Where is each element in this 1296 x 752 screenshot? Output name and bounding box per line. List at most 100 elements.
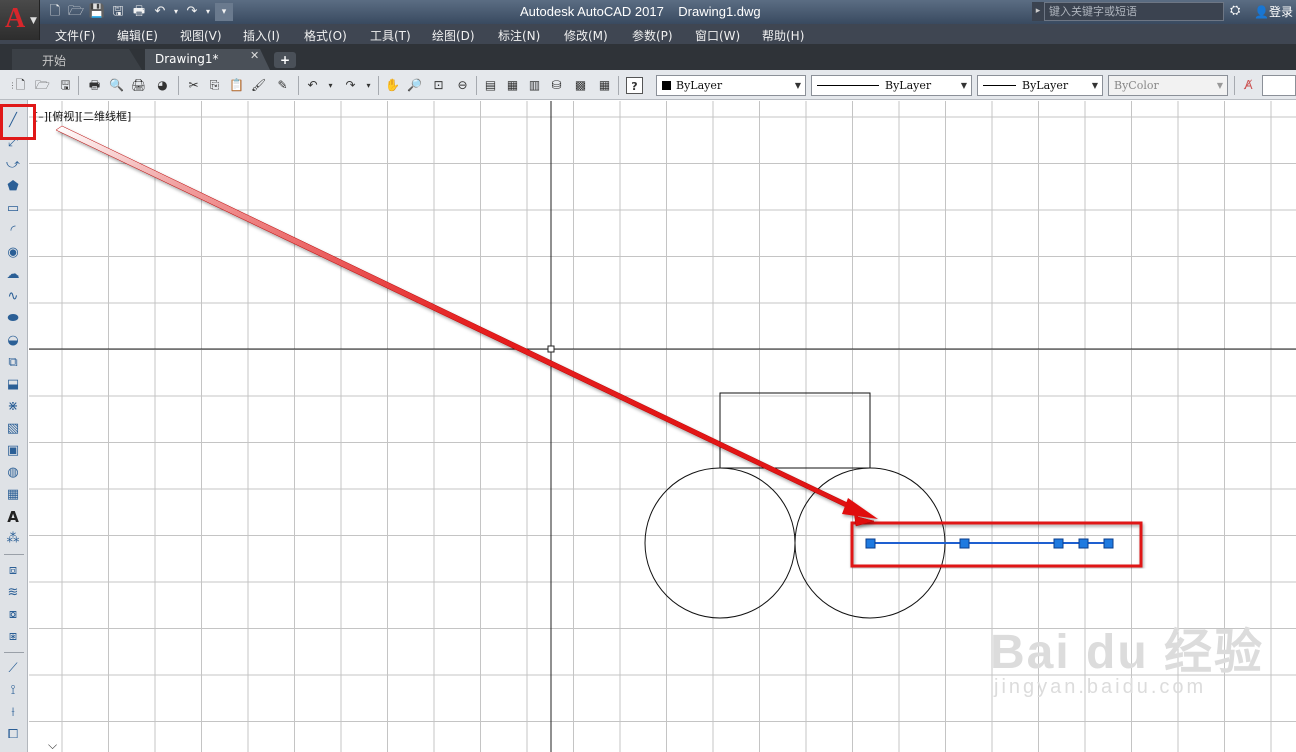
text-style-control[interactable] (1262, 75, 1296, 96)
viewport-controls-label[interactable]: [–][俯视][二维线框] (34, 108, 131, 124)
copy-icon[interactable]: ⎘ (206, 77, 223, 94)
grip[interactable] (959, 538, 970, 549)
tool-palettes-icon[interactable]: ▥ (526, 77, 543, 94)
calculator-icon[interactable]: ▦ (596, 77, 613, 94)
search-expand-icon[interactable]: ▸ (1032, 2, 1044, 21)
rectangle-icon[interactable]: ▭ (4, 200, 22, 218)
plot-icon[interactable]: 🖶 (130, 3, 148, 21)
circle-icon[interactable]: ◉ (4, 244, 22, 262)
chevron-down-icon[interactable]: ▼ (1213, 76, 1227, 95)
search-input[interactable]: 键入关键字或短语 (1044, 2, 1224, 21)
modify-5-icon[interactable]: ⟋ (4, 660, 22, 678)
redo-icon[interactable]: ↷ (183, 3, 201, 21)
grip[interactable] (1103, 538, 1114, 549)
modify-6-icon[interactable]: ⟟ (4, 682, 22, 700)
chevron-down-icon[interactable]: ▼ (791, 76, 805, 95)
new-tab-button[interactable]: + (274, 52, 296, 68)
help-icon[interactable]: ? (626, 77, 643, 94)
grip[interactable] (865, 538, 876, 549)
3d-print-icon[interactable]: ◕ (154, 77, 171, 94)
chevron-down-icon[interactable]: ⌵ (48, 738, 57, 752)
chevron-down-icon[interactable]: ▼ (957, 76, 971, 95)
ellipse-arc-icon[interactable]: ◒ (4, 332, 22, 350)
table-icon[interactable]: ▦ (4, 486, 22, 504)
drawn-circle-left[interactable] (644, 467, 796, 619)
new-icon[interactable]: 🗋 (46, 3, 64, 21)
zoom-window-icon[interactable]: ⊡ (430, 77, 447, 94)
open-icon[interactable]: 🗁 (34, 77, 51, 94)
cut-icon[interactable]: ✂ (185, 77, 202, 94)
modify-1-icon[interactable]: ⧈ (4, 562, 22, 580)
modify-3-icon[interactable]: ⧇ (4, 606, 22, 624)
plot-icon[interactable]: 🖶 (86, 77, 103, 94)
paste-icon[interactable]: 📋 (228, 77, 245, 94)
zoom-previous-icon[interactable]: ⊖ (454, 77, 471, 94)
undo-dropdown-icon[interactable]: ▾ (322, 77, 339, 94)
menu-view[interactable]: 视图(V) (180, 27, 222, 44)
revision-cloud-icon[interactable]: ☁ (4, 266, 22, 284)
match-properties-icon[interactable]: 🖌 (250, 77, 267, 94)
chevron-down-icon[interactable]: ▼ (1088, 76, 1102, 95)
menu-modify[interactable]: 修改(M) (564, 27, 608, 44)
spline-icon[interactable]: ∿ (4, 288, 22, 306)
publish-icon[interactable]: 🖨 (130, 77, 147, 94)
grip[interactable] (1078, 538, 1089, 549)
customize-icon[interactable]: ▾ (215, 3, 233, 21)
menu-window[interactable]: 窗口(W) (695, 27, 740, 44)
markup-icon[interactable]: ▩ (572, 77, 589, 94)
lineweight-control[interactable]: ByLayer ▼ (977, 75, 1103, 96)
login-button[interactable]: 👤登录 (1254, 3, 1293, 20)
polygon-icon[interactable]: ⬟ (4, 178, 22, 196)
linetype-control[interactable]: ByLayer ▼ (811, 75, 972, 96)
properties-icon[interactable]: ▤ (482, 77, 499, 94)
menu-draw[interactable]: 绘图(D) (432, 27, 475, 44)
color-control[interactable]: ByLayer ▼ (656, 75, 806, 96)
save-icon[interactable]: 🖫 (57, 77, 74, 94)
menu-format[interactable]: 格式(O) (304, 27, 347, 44)
add-selected-icon[interactable]: ⁂ (4, 530, 22, 548)
arc-icon[interactable]: ◜ (4, 222, 22, 240)
make-block-icon[interactable]: ⬓ (4, 376, 22, 394)
zoom-realtime-icon[interactable]: 🔎 (406, 77, 423, 94)
redo-dropdown-icon[interactable]: ▾ (204, 3, 212, 21)
undo-icon[interactable]: ↶ (151, 3, 169, 21)
region-icon[interactable]: ◍ (4, 464, 22, 482)
application-menu-button[interactable]: A ▼ (0, 0, 40, 40)
redo-dropdown-icon[interactable]: ▾ (360, 77, 377, 94)
ellipse-icon[interactable]: ⬬ (4, 310, 22, 328)
close-icon[interactable]: ✕ (250, 49, 259, 62)
polyline-icon[interactable]: ⤻ (4, 156, 22, 174)
menu-parametric[interactable]: 参数(P) (632, 27, 673, 44)
menu-edit[interactable]: 编辑(E) (117, 27, 158, 44)
modify-4-icon[interactable]: ⧆ (4, 628, 22, 646)
multiline-text-icon[interactable]: A (4, 508, 22, 526)
modify-8-icon[interactable]: ⧠ (4, 726, 22, 744)
point-icon[interactable]: ⋇ (4, 398, 22, 416)
modify-2-icon[interactable]: ≋ (4, 584, 22, 602)
modify-7-icon[interactable]: ⟊ (4, 704, 22, 722)
binoculars-icon[interactable]: ⛭ (1230, 3, 1240, 18)
undo-icon[interactable]: ↶ (304, 77, 321, 94)
insert-block-icon[interactable]: ⧉ (4, 354, 22, 372)
pan-icon[interactable]: ✋ (384, 77, 401, 94)
undo-dropdown-icon[interactable]: ▾ (172, 3, 180, 21)
redo-icon[interactable]: ↷ (342, 77, 359, 94)
menu-help[interactable]: 帮助(H) (762, 27, 804, 44)
design-center-icon[interactable]: ▦ (504, 77, 521, 94)
plot-preview-icon[interactable]: 🔍 (108, 77, 125, 94)
new-icon[interactable]: 🗋 (12, 77, 29, 94)
grip[interactable] (1053, 538, 1064, 549)
menu-dimension[interactable]: 标注(N) (498, 27, 540, 44)
hatch-icon[interactable]: ▧ (4, 420, 22, 438)
sheet-set-icon[interactable]: ⛁ (548, 77, 565, 94)
tab-start[interactable]: 开始 (12, 49, 142, 70)
saveas-icon[interactable]: 🖫 (109, 3, 127, 21)
gradient-icon[interactable]: ▣ (4, 442, 22, 460)
open-icon[interactable]: 🗁 (67, 3, 85, 21)
save-icon[interactable]: 💾 (88, 3, 106, 21)
menu-insert[interactable]: 插入(I) (243, 27, 280, 44)
text-style-icon[interactable]: A̸ (1240, 77, 1257, 94)
menu-tools[interactable]: 工具(T) (370, 27, 411, 44)
plotstyle-control[interactable]: ByColor ▼ (1108, 75, 1228, 96)
menu-file[interactable]: 文件(F) (55, 27, 95, 44)
